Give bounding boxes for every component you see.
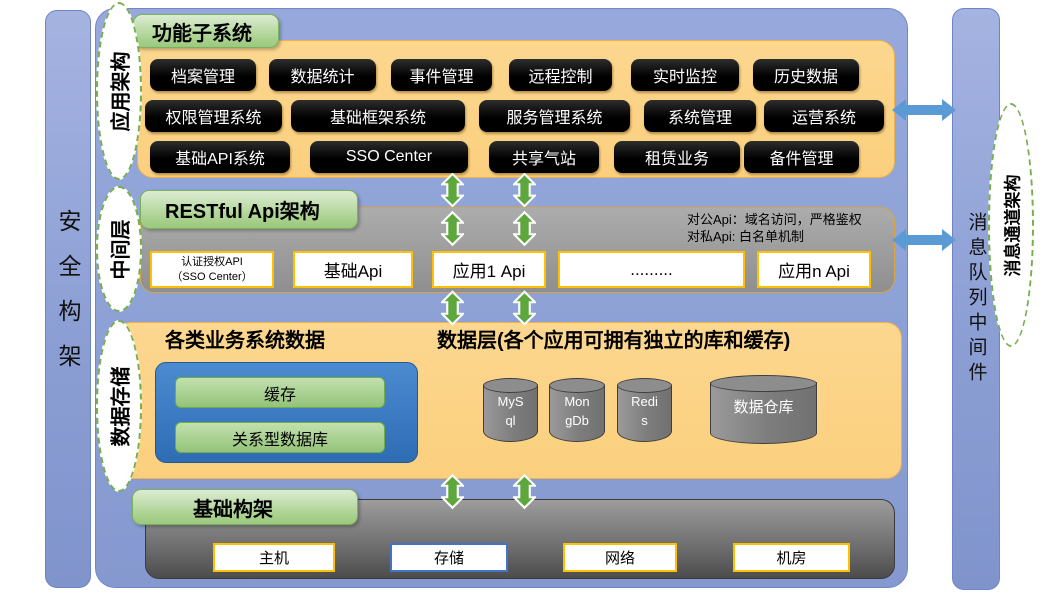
architecture-diagram: 安全构架 消息队列中间件 功能子系统 档案管理 数据统计 事件管理 远程控制 实… <box>0 0 1049 598</box>
api-note-private: 对私Api: 白名单机制 <box>687 228 862 245</box>
api-box-appn: 应用n Api <box>757 251 871 288</box>
cylinder-mysql-line2: ql <box>483 412 538 431</box>
message-channel-ellipse: 消息通道架构 <box>988 103 1034 347</box>
data-storage-ellipse: 数据存储 <box>96 320 142 492</box>
app-box-spare-parts: 备件管理 <box>744 141 859 173</box>
security-architecture-label: 安全构架 <box>46 11 90 587</box>
blue-leftright-arrow-icon <box>891 225 957 255</box>
app-box-permission-system: 权限管理系统 <box>145 100 282 132</box>
app-box-statistics: 数据统计 <box>269 59 376 91</box>
api-box-app1: 应用1 Api <box>432 251 546 288</box>
green-updown-arrow-icon <box>513 473 536 510</box>
base-box-host: 主机 <box>213 543 335 572</box>
middle-layer-ellipse: 中间层 <box>96 186 142 312</box>
cylinder-mongodb-label: Mon gDb <box>549 393 605 431</box>
base-box-server-room: 机房 <box>733 543 850 572</box>
base-box-storage: 存储 <box>390 543 508 572</box>
app-box-event: 事件管理 <box>391 59 492 91</box>
cylinder-data-warehouse-line1: 数据仓库 <box>710 397 817 419</box>
app-box-leasing-business: 租赁业务 <box>614 141 740 173</box>
cylinder-redis-line2: s <box>617 412 672 431</box>
cylinder-data-warehouse-label: 数据仓库 <box>710 397 817 419</box>
infrastructure-title: 基础构架 <box>132 489 358 525</box>
app-box-sso-center: SSO Center <box>310 141 468 173</box>
data-storage-label: 数据存储 <box>105 366 134 446</box>
middle-layer-label: 中间层 <box>105 219 134 279</box>
cylinder-mysql-label: MyS ql <box>483 393 538 431</box>
green-updown-arrow-icon <box>441 173 464 207</box>
green-updown-arrow-icon <box>441 473 464 510</box>
green-updown-arrow-icon <box>441 210 464 247</box>
security-architecture-bar: 安全构架 <box>45 10 91 588</box>
blue-leftright-arrow-icon <box>891 95 957 125</box>
app-box-system-mgmt: 系统管理 <box>644 100 756 132</box>
app-box-shared-gas-station: 共享气站 <box>489 141 599 173</box>
cylinder-top <box>483 378 538 393</box>
cylinder-top <box>549 378 605 393</box>
app-box-framework-system: 基础框架系统 <box>291 100 465 132</box>
base-box-network: 网络 <box>563 543 677 572</box>
message-channel-label: 消息通道架构 <box>999 174 1024 276</box>
cylinder-redis: Redi s <box>617 378 672 442</box>
cylinder-mongodb-line2: gDb <box>549 412 605 431</box>
cache-bar: 缓存 <box>175 377 385 408</box>
app-box-realtime-monitor: 实时监控 <box>631 59 739 91</box>
green-updown-arrow-icon <box>513 290 536 326</box>
app-box-history-data: 历史数据 <box>753 59 859 91</box>
api-box-ellipsis: ......... <box>558 251 745 288</box>
api-policy-note: 对公Api：域名访问，严格鉴权 对私Api: 白名单机制 <box>687 211 862 245</box>
application-architecture-label: 应用架构 <box>105 51 134 131</box>
api-note-public: 对公Api：域名访问，严格鉴权 <box>687 211 862 228</box>
app-box-service-mgmt-system: 服务管理系统 <box>479 100 630 132</box>
application-architecture-ellipse: 应用架构 <box>96 2 142 180</box>
data-layer-title: 数据层(各个应用可拥有独立的库和缓存) <box>437 324 790 353</box>
app-box-remote-control: 远程控制 <box>509 59 612 91</box>
cylinder-mysql-line1: MyS <box>483 393 538 412</box>
cylinder-mongodb: Mon gDb <box>549 378 605 442</box>
restful-api-title: RESTful Api架构 <box>140 190 358 229</box>
green-updown-arrow-icon <box>513 210 536 247</box>
functional-subsystem-title: 功能子系统 <box>133 14 279 48</box>
api-box-auth-line2: （SSO Center） <box>171 270 252 285</box>
cylinder-redis-line1: Redi <box>617 393 672 412</box>
api-box-auth-line1: 认证授权API <box>181 255 243 270</box>
cylinder-top <box>617 378 672 393</box>
business-data-title: 各类业务系统数据 <box>165 324 325 353</box>
cylinder-top <box>710 375 817 392</box>
green-updown-arrow-icon <box>513 173 536 207</box>
relational-db-bar: 关系型数据库 <box>175 422 385 453</box>
api-box-base: 基础Api <box>293 251 413 288</box>
cylinder-redis-label: Redi s <box>617 393 672 431</box>
api-box-auth: 认证授权API （SSO Center） <box>150 251 274 288</box>
cylinder-data-warehouse: 数据仓库 <box>710 375 817 444</box>
cylinder-mysql: MyS ql <box>483 378 538 442</box>
app-box-base-api-system: 基础API系统 <box>150 141 290 173</box>
cylinder-mongodb-line1: Mon <box>549 393 605 412</box>
app-box-operation-system: 运营系统 <box>764 100 884 132</box>
app-box-archive: 档案管理 <box>150 59 256 91</box>
green-updown-arrow-icon <box>441 290 464 326</box>
